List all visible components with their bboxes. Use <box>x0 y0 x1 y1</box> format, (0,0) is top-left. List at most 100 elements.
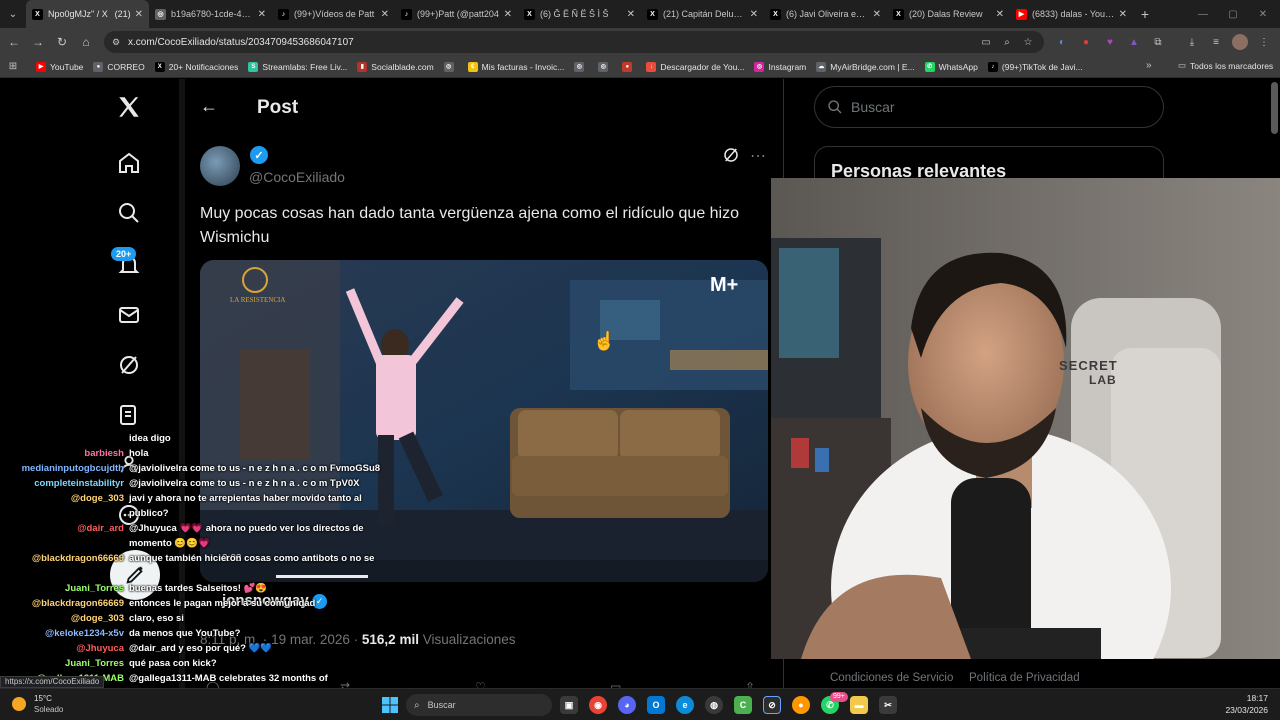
home-icon[interactable]: ⌂ <box>74 28 98 56</box>
grok-post-icon[interactable] <box>722 146 740 169</box>
discord-icon[interactable]: ◕ <box>618 696 636 714</box>
browser-tab[interactable]: X (20) Dalas Review ✕ <box>887 0 1010 28</box>
chat-message: @keloke1234-x5v da menos que YouTube? <box>0 626 400 641</box>
site-info-icon[interactable]: ⚙ <box>112 37 122 47</box>
tab-close-icon[interactable]: ✕ <box>750 9 758 20</box>
lists-nav-icon[interactable] <box>114 400 144 430</box>
home-nav-icon[interactable] <box>114 148 144 178</box>
url-text: x.com/CocoExiliado/status/20347094536860… <box>128 36 354 48</box>
chat-username: @dair_ard <box>77 523 124 534</box>
tab-close-icon[interactable]: ✕ <box>996 9 1004 20</box>
back-icon[interactable]: ← <box>2 28 26 56</box>
extension-4-icon[interactable]: ▲ <box>1126 34 1142 50</box>
taskbar-search[interactable]: ⌕ Buscar <box>406 694 552 716</box>
task-view-icon[interactable]: ▣ <box>560 696 578 714</box>
star-icon[interactable]: ☆ <box>1020 34 1036 50</box>
tab-search-icon[interactable]: ⌄ <box>0 0 26 28</box>
browser-tab[interactable]: ♪ (99+)Patt (@patt204 ✕ <box>395 0 518 28</box>
camtasia-icon[interactable]: C <box>734 696 752 714</box>
windows-start-icon[interactable] <box>381 696 399 714</box>
browser-tab[interactable]: ▶ (6833) dalas - YouTu ✕ <box>1010 0 1133 28</box>
author-handle[interactable]: @CocoExiliado <box>249 169 345 185</box>
messages-nav-icon[interactable] <box>114 300 144 330</box>
bookmarks-overflow-icon[interactable]: » <box>1146 60 1152 71</box>
explore-nav-icon[interactable] <box>114 198 144 228</box>
grok-app-icon[interactable]: ⊘ <box>763 696 781 714</box>
media-icon[interactable]: ≡ <box>1208 34 1224 50</box>
status-url: https://x.com/CocoExiliado <box>0 676 105 688</box>
minimize-icon[interactable]: — <box>1188 0 1218 28</box>
back-arrow-icon[interactable]: ← <box>200 96 218 117</box>
author-avatar[interactable] <box>200 146 240 186</box>
bookmark-favicon-icon: ☁ <box>816 61 827 72</box>
network-app-icon[interactable]: ◍ <box>705 696 723 714</box>
bookmark-item[interactable]: ◎ <box>598 61 612 72</box>
x-logo-icon[interactable] <box>114 92 144 122</box>
bookmark-item[interactable]: ↓ Descargador de You... <box>646 61 744 72</box>
tab-close-icon[interactable]: ✕ <box>258 9 266 20</box>
bookmark-item[interactable]: ● <box>622 61 636 72</box>
browser-tab[interactable]: X (21) Capitán Deluxito ✕ <box>641 0 764 28</box>
outlook-icon[interactable]: O <box>647 696 665 714</box>
extension-3-icon[interactable]: ♥ <box>1102 34 1118 50</box>
bookmark-item[interactable]: ▮ Socialblade.com <box>357 61 434 72</box>
chat-message: @blackdragon66669 entonces le pagan mejor… <box>0 596 400 611</box>
firefox-icon[interactable]: ● <box>792 696 810 714</box>
bookmark-item[interactable]: ◎ <box>574 61 588 72</box>
menu-icon[interactable]: ⋮ <box>1256 34 1272 50</box>
browser-tab[interactable]: ♪ (99+)Vídeos de Patt ✕ <box>272 0 395 28</box>
bookmark-favicon-icon: ✆ <box>924 61 935 72</box>
chrome-icon[interactable]: ◉ <box>589 696 607 714</box>
tab-close-icon[interactable]: ✕ <box>873 9 881 20</box>
tab-close-icon[interactable]: ✕ <box>1119 9 1127 20</box>
tab-close-icon[interactable]: ✕ <box>627 9 635 20</box>
apps-icon[interactable]: ⊞ <box>0 61 26 72</box>
reload-icon[interactable]: ↻ <box>50 28 74 56</box>
bookmark-item[interactable]: ◎ <box>443 61 458 72</box>
bookmark-item[interactable]: ☁ MyAirBridge.com | E... <box>816 61 915 72</box>
bookmark-item[interactable]: ♪ (99+)TikTok de Javi... <box>987 61 1083 72</box>
chat-text: idea digo <box>129 433 171 444</box>
extension-2-icon[interactable]: ● <box>1078 34 1094 50</box>
browser-tab[interactable]: X Npo0gMJz" / X (21) ✕ <box>26 0 149 28</box>
download-icon[interactable]: ⤓ <box>1184 34 1200 50</box>
close-window-icon[interactable]: ✕ <box>1248 0 1278 28</box>
edge-icon[interactable]: e <box>676 696 694 714</box>
profile-avatar[interactable] <box>1232 34 1248 50</box>
new-tab-button[interactable]: + <box>1133 0 1157 28</box>
footer-privacy-link[interactable]: Política de Privacidad <box>969 672 1080 684</box>
bookmark-item[interactable]: ▶ YouTube <box>36 61 83 72</box>
tab-close-icon[interactable]: ✕ <box>504 9 512 20</box>
folder-icon: ▭ <box>1178 60 1187 70</box>
forward-icon[interactable]: → <box>26 28 50 56</box>
footer-terms-link[interactable]: Condiciones de Servicio <box>830 672 953 684</box>
maximize-icon[interactable]: ▢ <box>1218 0 1248 28</box>
extensions-icon[interactable]: ⧉ <box>1150 34 1166 50</box>
cast-icon[interactable]: ▭ <box>978 34 994 50</box>
all-bookmarks-folder[interactable]: ▭ Todos los marcadores <box>1178 60 1273 71</box>
url-bar[interactable]: ⚙ x.com/CocoExiliado/status/203470945368… <box>104 31 1044 53</box>
chat-text: @gallega1311-MAB celebrates 32 months of <box>129 673 328 684</box>
grok-nav-icon[interactable] <box>114 350 144 380</box>
browser-tab[interactable]: X (6) Ğ Ë Ñ Ë Š Ì Š ✕ <box>518 0 641 28</box>
browser-tab[interactable]: X (6) Javi Oliveira en X ✕ <box>764 0 887 28</box>
weather-temp: 15°C <box>34 694 52 703</box>
bookmark-item[interactable]: X 20+ Notificaciones <box>154 61 238 72</box>
tab-close-icon[interactable]: ✕ <box>381 9 389 20</box>
page-scrollbar[interactable] <box>1271 82 1278 134</box>
bookmark-item[interactable]: € Mis facturas - Invoic... <box>467 61 564 72</box>
search-input[interactable]: Buscar <box>814 86 1164 128</box>
bookmark-item[interactable]: ◎ Instagram <box>754 61 806 72</box>
more-options-icon[interactable]: ⋯ <box>750 146 766 166</box>
bookmark-item[interactable]: S Streamlabs: Free Liv... <box>248 61 347 72</box>
tab-close-icon[interactable]: ✕ <box>135 9 143 20</box>
bookmark-item[interactable]: ✆ WhatsApp <box>924 61 978 72</box>
file-explorer-icon[interactable]: ▬ <box>850 696 868 714</box>
snipping-tool-icon[interactable]: ✂ <box>879 696 897 714</box>
zoom-icon[interactable]: ⌕ <box>999 34 1015 50</box>
bookmark-item[interactable]: ● CORREO <box>93 61 145 72</box>
browser-tab[interactable]: ◎ b19a6780-1cde-49f2 ✕ <box>149 0 272 28</box>
tab-favicon-icon: X <box>524 8 535 20</box>
weather-icon[interactable] <box>12 697 26 711</box>
extension-1-icon[interactable]: ◐ <box>1054 34 1070 50</box>
